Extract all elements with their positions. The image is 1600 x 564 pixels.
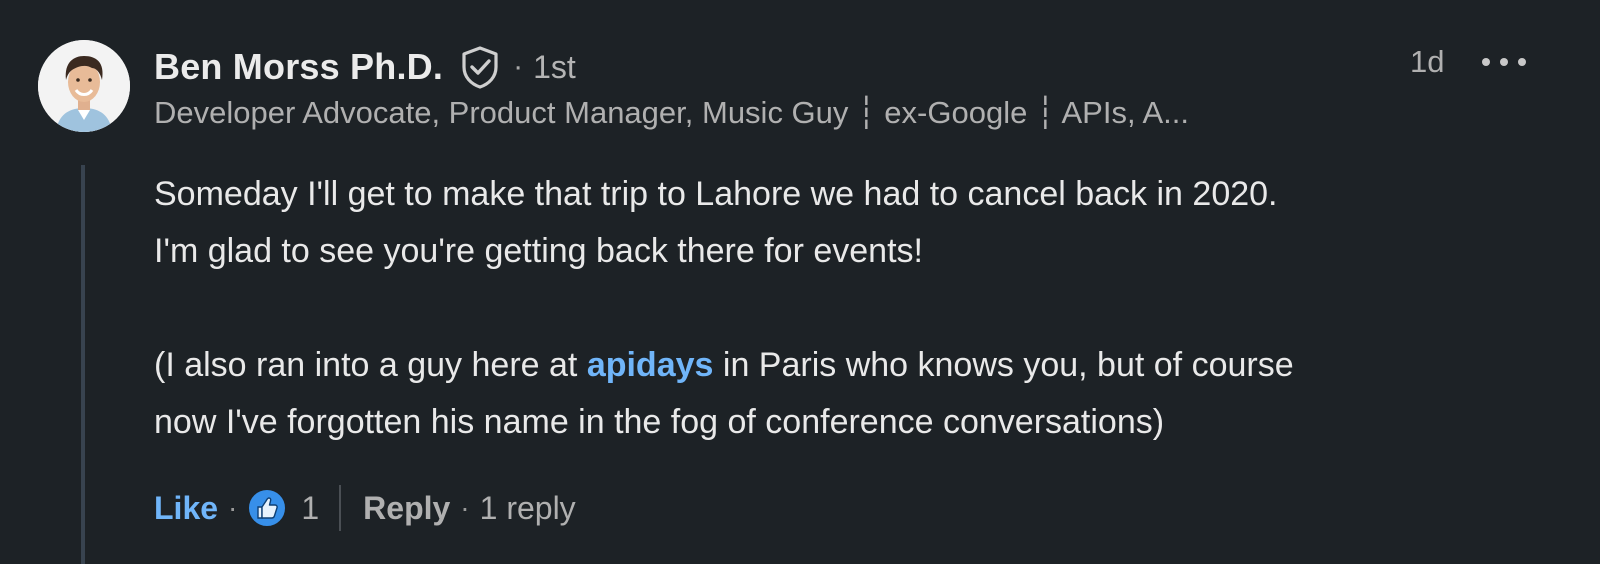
action-separator: · (228, 492, 238, 523)
more-dot (1482, 58, 1490, 66)
comment-actions: Like · 1 Reply · 1 reply (154, 482, 576, 534)
shield-check-icon (459, 45, 501, 89)
thread-line (81, 165, 85, 564)
author-row: Ben Morss Ph.D. · 1st (154, 42, 576, 92)
avatar-photo (38, 40, 130, 132)
action-divider (339, 485, 342, 531)
more-dot (1518, 58, 1526, 66)
reply-button[interactable]: Reply (363, 490, 450, 527)
mention-link[interactable]: apidays (587, 346, 714, 384)
avatar[interactable] (38, 40, 130, 132)
comment-body: Someday I'll get to make that trip to La… (154, 166, 1574, 451)
action-separator: · (460, 492, 470, 523)
author-name[interactable]: Ben Morss Ph.D. (154, 46, 443, 88)
connection-degree: 1st (533, 48, 576, 85)
comment-line: I'm glad to see you're getting back ther… (154, 232, 923, 270)
more-horizontal-icon[interactable] (1482, 54, 1526, 70)
comment-line: now I've forgotten his name in the fog o… (154, 403, 1165, 441)
degree-separator: · (513, 50, 524, 83)
like-reaction-icon[interactable] (247, 488, 287, 528)
reaction-count[interactable]: 1 (301, 490, 319, 527)
comment-text: (I also ran into a guy here at (154, 346, 587, 384)
reply-count-link[interactable]: 1 reply (480, 490, 576, 527)
comment-line: (I also ran into a guy here at apidays i… (154, 337, 1574, 394)
comment-text: in Paris who knows you, but of course (713, 346, 1294, 384)
like-button[interactable]: Like (154, 490, 218, 527)
author-headline: Developer Advocate, Product Manager, Mus… (154, 95, 1190, 130)
more-dot (1500, 58, 1508, 66)
comment-line: Someday I'll get to make that trip to La… (154, 175, 1278, 213)
comment-timestamp: 1d (1410, 44, 1445, 79)
comment-card: Ben Morss Ph.D. · 1st Developer Advocate… (0, 0, 1600, 564)
